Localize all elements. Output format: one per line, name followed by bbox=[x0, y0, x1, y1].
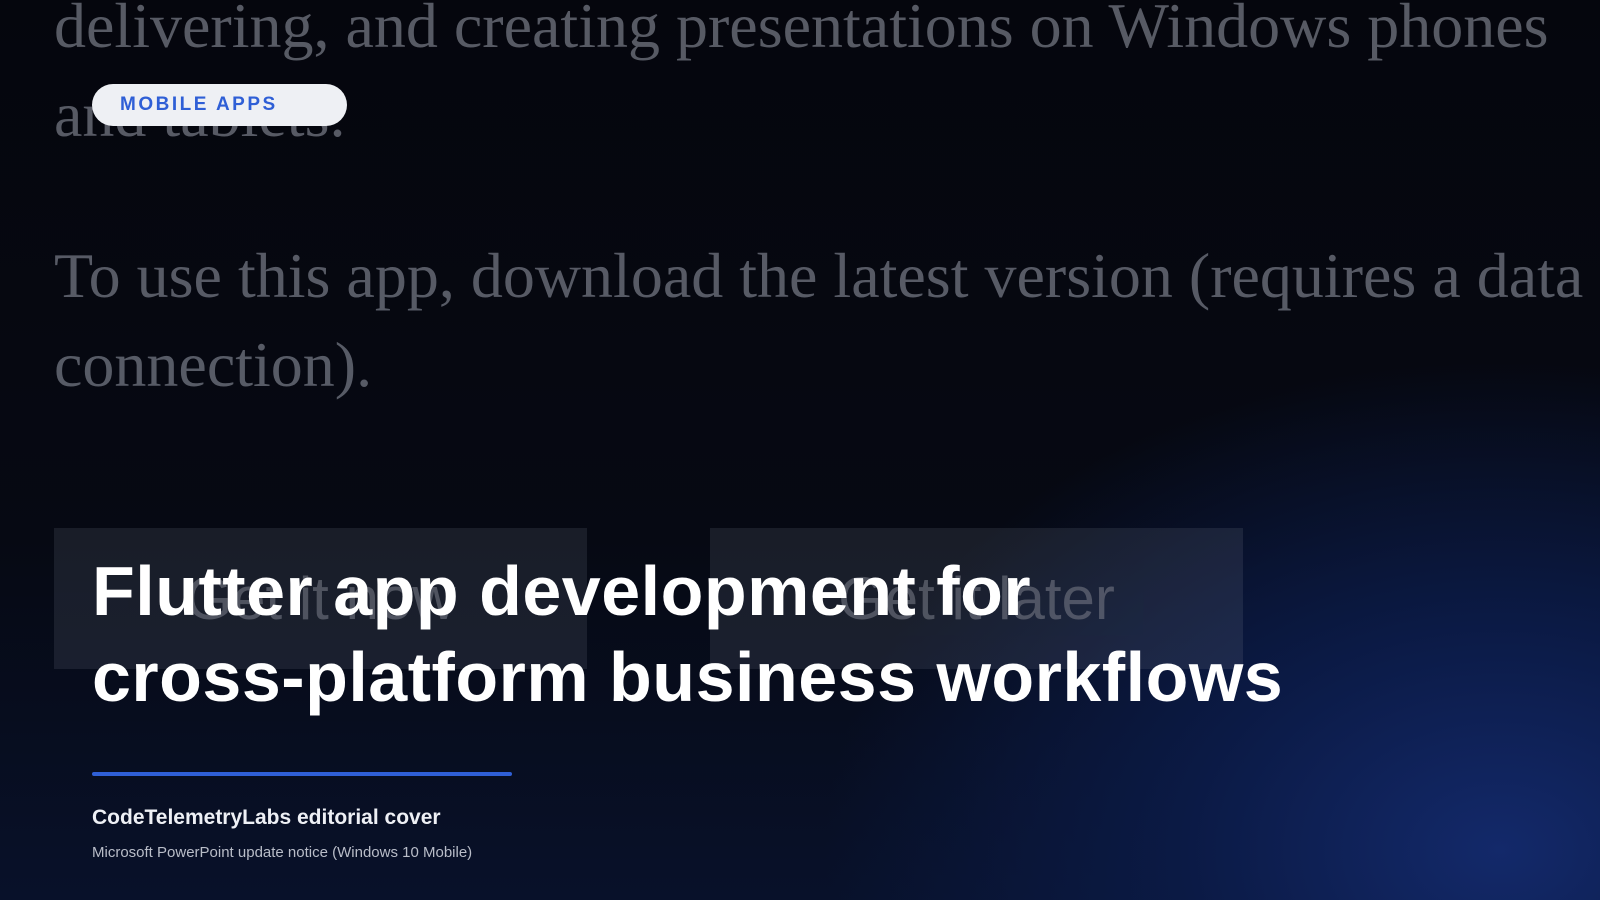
headline: Flutter app development for cross-platfo… bbox=[92, 548, 1283, 720]
source-caption: Microsoft PowerPoint update notice (Wind… bbox=[92, 844, 473, 861]
brand-label: CodeTelemetryLabs editorial cover bbox=[92, 806, 441, 829]
category-pill: MOBILE APPS bbox=[92, 84, 347, 126]
background-paragraph-2: To use this app, download the latest ver… bbox=[54, 240, 1584, 400]
headline-line-2: cross-platform business workflows bbox=[92, 638, 1284, 716]
background-screenshot: delivering, and creating presentations o… bbox=[0, 0, 1600, 900]
background-paragraph-1: delivering, and creating presentations o… bbox=[54, 0, 1549, 150]
accent-divider bbox=[92, 772, 512, 776]
headline-line-1: Flutter app development for bbox=[92, 552, 1032, 630]
